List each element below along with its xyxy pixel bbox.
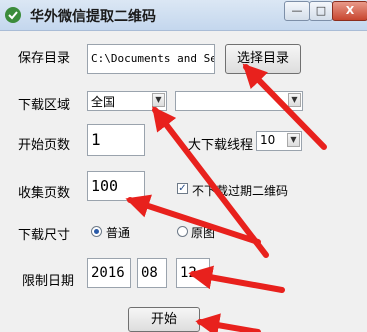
max-threads-value: 10 xyxy=(260,133,276,147)
size-normal-label: 普通 xyxy=(106,226,131,240)
size-label: 下载尺寸 xyxy=(18,228,71,243)
day-input[interactable]: 12 xyxy=(176,258,210,288)
save-dir-label: 保存目录 xyxy=(18,51,71,66)
max-threads-label: 大下载线程 xyxy=(188,138,254,153)
title-bar: 华外微信提取二维码 — □ X xyxy=(0,0,367,31)
save-dir-input[interactable]: C:\Documents and Sett xyxy=(87,44,215,74)
region-sub-select[interactable]: ▼ xyxy=(175,91,303,111)
window-title: 华外微信提取二维码 xyxy=(30,9,156,25)
app-icon xyxy=(5,7,21,23)
maximize-button[interactable]: □ xyxy=(309,1,333,21)
collect-pages-input[interactable]: 100 xyxy=(87,171,145,201)
region-select[interactable]: 全国 ▼ xyxy=(87,91,167,111)
minimize-button[interactable]: — xyxy=(284,1,310,21)
collect-pages-label: 收集页数 xyxy=(18,186,71,201)
chevron-down-icon: ▼ xyxy=(152,93,165,107)
date-limit-label: 限制日期 xyxy=(22,274,75,289)
start-page-input[interactable]: 1 xyxy=(87,124,145,156)
month-input[interactable]: 08 xyxy=(137,258,167,288)
choose-dir-button[interactable]: 选择目录 xyxy=(225,44,301,74)
year-input[interactable]: 2016 xyxy=(87,258,131,288)
max-threads-select[interactable]: 10 ▼ xyxy=(256,131,302,151)
size-original-radio[interactable] xyxy=(177,226,188,237)
skip-expired-checkbox[interactable]: ✓ xyxy=(177,183,188,194)
skip-expired-label: 不下载过期二维码 xyxy=(192,184,289,198)
size-original-label: 原图 xyxy=(191,226,216,240)
chevron-down-icon: ▼ xyxy=(288,93,301,107)
annotation-arrow xyxy=(195,313,261,332)
close-button[interactable]: X xyxy=(332,1,367,21)
start-button[interactable]: 开始 xyxy=(128,307,200,332)
chevron-down-icon: ▼ xyxy=(287,133,300,147)
start-page-label: 开始页数 xyxy=(18,138,71,153)
size-normal-radio[interactable] xyxy=(91,226,102,237)
region-label: 下载区域 xyxy=(18,98,71,113)
region-select-value: 全国 xyxy=(91,95,116,109)
